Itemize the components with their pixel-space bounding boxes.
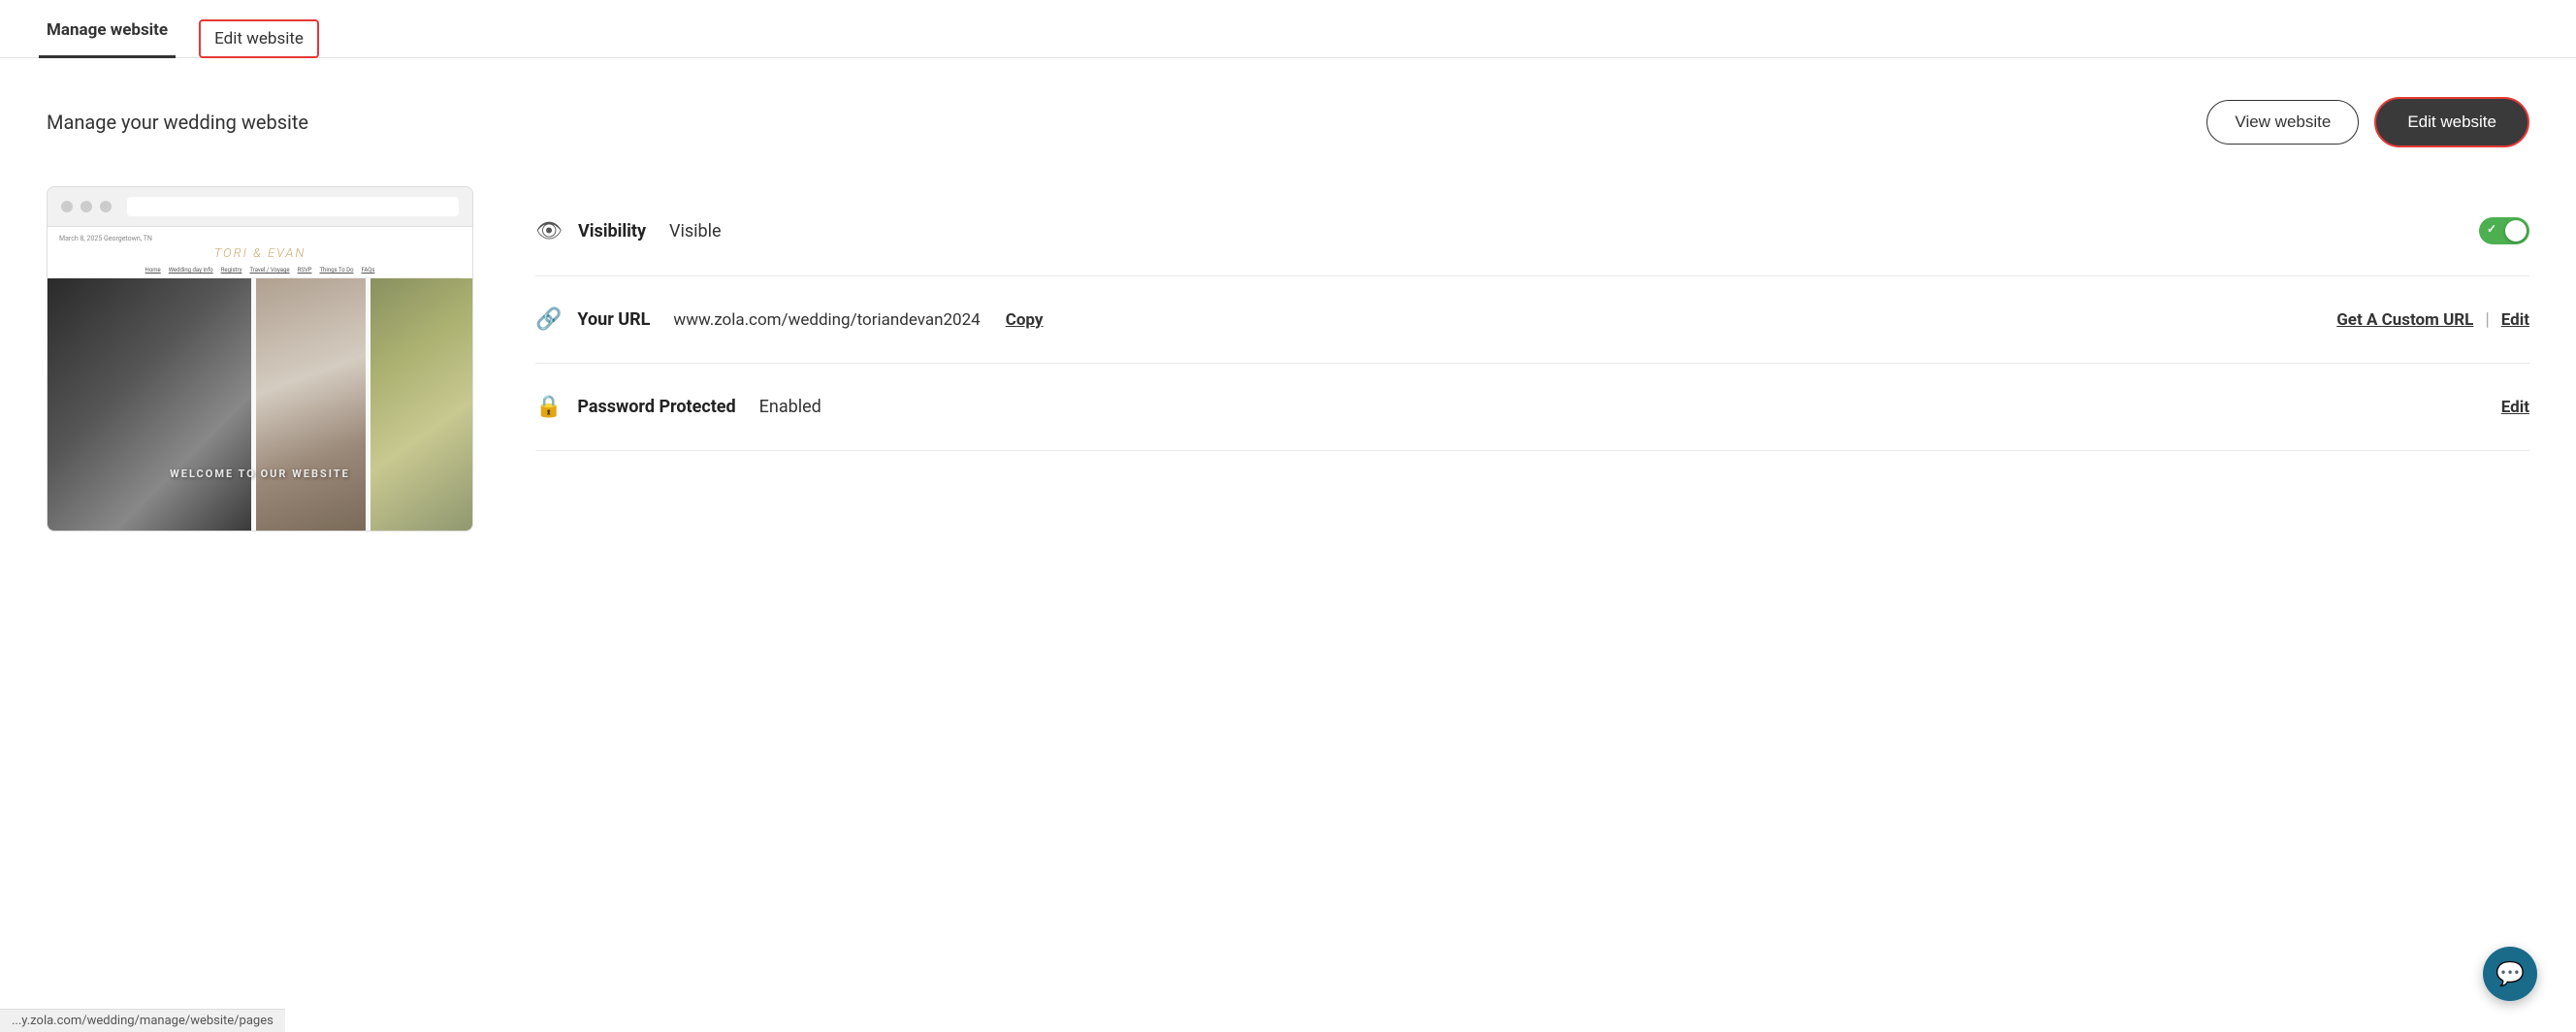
password-left: 🔒 Password Protected Enabled bbox=[535, 395, 821, 419]
get-custom-url-link[interactable]: Get A Custom URL bbox=[2336, 310, 2473, 330]
header-row: Manage your wedding website View website… bbox=[47, 97, 2529, 147]
url-divider: | bbox=[2485, 309, 2489, 330]
site-photos: WELCOME TO OUR WEBSITE bbox=[48, 278, 472, 531]
chat-button[interactable]: 💬 bbox=[2483, 947, 2537, 1001]
nav-faq: FAQs bbox=[362, 267, 375, 274]
site-meta: March 8, 2025 Georgetown, TN bbox=[59, 235, 461, 242]
photo-right bbox=[370, 278, 472, 531]
url-icon: 🔗 bbox=[535, 307, 562, 332]
header-buttons: View website Edit website bbox=[2206, 97, 2529, 147]
nav-todo: Things To Do bbox=[319, 267, 353, 274]
visibility-icon: 👁 bbox=[535, 219, 563, 243]
site-content: March 8, 2025 Georgetown, TN TORI & EVAN… bbox=[48, 227, 472, 278]
tab-bar: Manage website Edit website bbox=[0, 0, 2576, 58]
visibility-label: Visibility bbox=[578, 221, 646, 242]
visibility-row: 👁 Visibility Visible ✓ bbox=[535, 186, 2529, 276]
visibility-right: ✓ bbox=[2479, 217, 2529, 244]
browser-dot-1 bbox=[61, 201, 73, 212]
browser-bar bbox=[48, 187, 472, 227]
url-label: Your URL bbox=[577, 309, 650, 330]
site-nav: Home Wedding day info Registry Travel / … bbox=[59, 267, 461, 278]
password-label: Password Protected bbox=[577, 397, 735, 417]
copy-url-button[interactable]: Copy bbox=[1006, 310, 1044, 330]
visibility-toggle[interactable]: ✓ bbox=[2479, 217, 2529, 244]
url-actions: Get A Custom URL | Edit bbox=[2336, 309, 2529, 330]
nav-travel: Travel / Voyage bbox=[249, 267, 289, 274]
url-left: 🔗 Your URL www.zola.com/wedding/toriande… bbox=[535, 307, 1043, 332]
view-website-button[interactable]: View website bbox=[2206, 100, 2359, 145]
photo-left bbox=[48, 278, 251, 531]
tab-manage-website[interactable]: Manage website bbox=[39, 5, 176, 58]
password-row: 🔒 Password Protected Enabled Edit bbox=[535, 364, 2529, 451]
nav-wedding: Wedding day info bbox=[169, 267, 213, 274]
visibility-value: Visible bbox=[669, 221, 722, 242]
bottom-url-text: ...y.zola.com/wedding/manage/website/pag… bbox=[12, 1014, 274, 1028]
url-value: www.zola.com/wedding/toriandevan2024 bbox=[673, 310, 980, 330]
url-row: 🔗 Your URL www.zola.com/wedding/toriande… bbox=[535, 276, 2529, 364]
nav-registry: Registry bbox=[221, 267, 242, 274]
nav-rsvp: RSVP bbox=[298, 267, 312, 274]
password-edit-link[interactable]: Edit bbox=[2501, 398, 2529, 417]
edit-website-button[interactable]: Edit website bbox=[2374, 97, 2529, 147]
lock-icon: 🔒 bbox=[535, 395, 562, 419]
password-right: Edit bbox=[2501, 398, 2529, 417]
nav-home: Home bbox=[145, 267, 161, 274]
bottom-url-bar: ...y.zola.com/wedding/manage/website/pag… bbox=[0, 1009, 285, 1032]
browser-mock: March 8, 2025 Georgetown, TN TORI & EVAN… bbox=[47, 186, 473, 532]
main-content: Manage your wedding website View website… bbox=[0, 58, 2576, 570]
site-couple-name: TORI & EVAN bbox=[59, 246, 461, 261]
browser-dot-3 bbox=[100, 201, 112, 212]
toggle-check-icon: ✓ bbox=[2487, 222, 2496, 236]
content-row: March 8, 2025 Georgetown, TN TORI & EVAN… bbox=[47, 186, 2529, 532]
page-title: Manage your wedding website bbox=[47, 111, 308, 134]
photo-center bbox=[256, 278, 367, 531]
url-edit-link[interactable]: Edit bbox=[2501, 310, 2529, 330]
browser-address-bar bbox=[127, 197, 459, 216]
website-preview: March 8, 2025 Georgetown, TN TORI & EVAN… bbox=[47, 186, 473, 532]
settings-panel: 👁 Visibility Visible ✓ 🔗 bbox=[535, 186, 2529, 451]
password-value: Enabled bbox=[759, 397, 821, 417]
tab-edit-website[interactable]: Edit website bbox=[199, 19, 319, 58]
chat-icon: 💬 bbox=[2496, 960, 2525, 987]
browser-dot-2 bbox=[80, 201, 92, 212]
welcome-text: WELCOME TO OUR WEBSITE bbox=[170, 468, 350, 480]
toggle-thumb bbox=[2505, 220, 2527, 242]
visibility-left: 👁 Visibility Visible bbox=[535, 219, 722, 243]
toggle-track: ✓ bbox=[2479, 217, 2529, 244]
